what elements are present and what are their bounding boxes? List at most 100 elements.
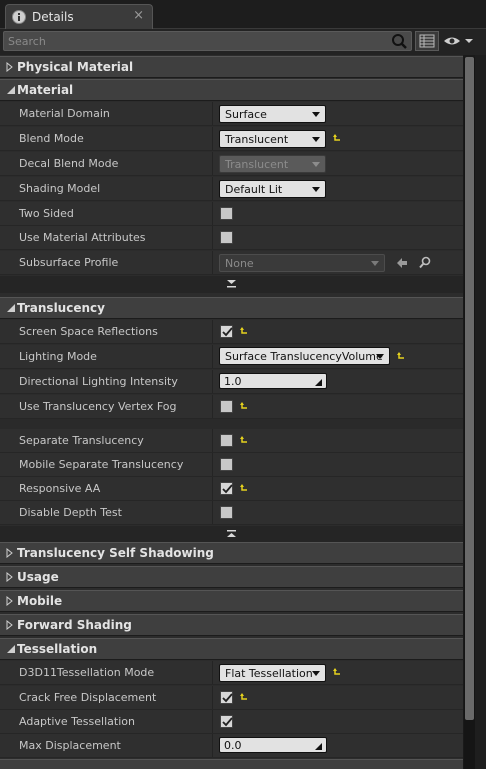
property-material-domain: Material Domain Surface <box>0 102 463 126</box>
category-translucency[interactable]: Translucency <box>0 297 463 319</box>
column-divider <box>212 501 213 524</box>
separate-translucency-checkbox[interactable] <box>220 434 233 447</box>
blend-mode-dropdown[interactable]: Translucent <box>219 130 326 148</box>
browse-search-icon[interactable] <box>419 256 432 272</box>
ssr-checkbox[interactable] <box>220 325 233 338</box>
directional-intensity-input[interactable]: 1.0 <box>219 373 327 389</box>
column-divider <box>212 370 213 393</box>
checkmark-icon <box>222 693 233 703</box>
category-label: Forward Shading <box>17 618 132 632</box>
category-material[interactable]: Material <box>0 79 463 101</box>
property-responsive-aa: Responsive AA <box>0 477 463 501</box>
category-partial-next[interactable] <box>0 759 463 769</box>
collapse-arrow-icon <box>6 303 15 313</box>
category-label: Translucency Self Shadowing <box>17 546 214 560</box>
property-use-material-attributes: Use Material Attributes <box>0 226 463 250</box>
lighting-mode-dropdown[interactable]: Surface TranslucencyVolume <box>219 347 390 365</box>
tab-title: Details <box>32 10 74 24</box>
property-label: Responsive AA <box>19 482 101 495</box>
reset-to-default-icon[interactable] <box>396 351 406 361</box>
reset-to-default-icon[interactable] <box>239 326 249 336</box>
column-divider <box>212 453 213 476</box>
eye-icon <box>443 37 475 52</box>
search-bar <box>0 29 486 55</box>
property-translucency-vertex-fog: Use Translucency Vertex Fog <box>0 395 463 419</box>
advanced-expander[interactable] <box>0 276 463 293</box>
visibility-filter-button[interactable] <box>443 33 475 49</box>
scrollbar-thumb[interactable] <box>465 57 474 720</box>
property-crack-free-displacement: Crack Free Displacement <box>0 686 463 710</box>
column-divider <box>212 734 213 757</box>
dropdown-value: Default Lit <box>225 183 283 196</box>
reset-to-default-icon[interactable] <box>239 483 249 493</box>
property-screen-space-reflections: Screen Space Reflections <box>0 320 463 344</box>
drag-grip-icon[interactable] <box>314 377 323 386</box>
category-forward-shading[interactable]: Forward Shading <box>0 614 463 636</box>
expand-arrow-icon <box>6 547 14 559</box>
search-input[interactable] <box>8 34 388 49</box>
dropdown-arrow-icon <box>312 187 320 192</box>
material-domain-dropdown[interactable]: Surface <box>219 105 326 123</box>
adaptive-tessellation-checkbox[interactable] <box>220 715 233 728</box>
number-value: 0.0 <box>224 739 242 752</box>
vertex-fog-checkbox[interactable] <box>220 400 233 413</box>
section-gap <box>0 419 463 429</box>
property-directional-lighting-intensity: Directional Lighting Intensity 1.0 <box>0 370 463 394</box>
two-sided-checkbox[interactable] <box>220 207 233 220</box>
use-selected-arrow-icon[interactable] <box>396 257 408 272</box>
expand-arrow-icon <box>6 61 14 73</box>
property-label: Disable Depth Test <box>19 506 122 519</box>
property-subsurface-profile: Subsurface Profile None <box>0 251 463 275</box>
advanced-collapser[interactable] <box>0 526 463 543</box>
crack-free-checkbox[interactable] <box>220 691 233 704</box>
column-divider <box>212 251 213 274</box>
drag-grip-icon[interactable] <box>314 741 323 750</box>
view-options-button[interactable] <box>415 31 439 51</box>
category-mobile[interactable]: Mobile <box>0 590 463 612</box>
column-divider <box>212 477 213 500</box>
category-label: Mobile <box>17 594 63 608</box>
max-displacement-input[interactable]: 0.0 <box>219 737 327 753</box>
dropdown-arrow-icon <box>312 112 320 117</box>
category-label: Translucency <box>17 301 105 315</box>
reset-to-default-icon[interactable] <box>239 692 249 702</box>
dropdown-value: Flat Tessellation <box>225 667 313 680</box>
expand-arrow-icon <box>6 571 14 583</box>
search-icon[interactable] <box>391 33 408 50</box>
column-divider <box>212 102 213 125</box>
property-adaptive-tessellation: Adaptive Tessellation <box>0 710 463 734</box>
close-icon[interactable]: × <box>133 8 144 23</box>
reset-to-default-icon[interactable] <box>239 401 249 411</box>
property-blend-mode: Blend Mode Translucent <box>0 127 463 151</box>
category-physical-material[interactable]: Physical Material <box>0 56 463 78</box>
property-label: Crack Free Displacement <box>19 691 157 704</box>
property-label: Use Material Attributes <box>19 231 146 244</box>
category-tessellation[interactable]: Tessellation <box>0 638 463 660</box>
reset-to-default-icon[interactable] <box>332 133 342 143</box>
checkmark-icon <box>222 717 233 727</box>
use-material-attributes-checkbox[interactable] <box>220 231 233 244</box>
category-usage[interactable]: Usage <box>0 566 463 588</box>
dropdown-value: Surface TranslucencyVolume <box>225 350 383 363</box>
shading-model-dropdown[interactable]: Default Lit <box>219 180 326 198</box>
property-label: Use Translucency Vertex Fog <box>19 400 177 413</box>
tessellation-mode-dropdown[interactable]: Flat Tessellation <box>219 664 326 682</box>
property-label: Separate Translucency <box>19 434 144 447</box>
category-label: Material <box>17 83 74 97</box>
dropdown-arrow-icon <box>312 137 320 142</box>
mobile-separate-translucency-checkbox[interactable] <box>220 458 233 471</box>
dropdown-value: Translucent <box>225 158 289 171</box>
property-shading-model: Shading Model Default Lit <box>0 177 463 201</box>
column-divider <box>212 395 213 418</box>
panel-edge <box>475 55 486 769</box>
tab-details[interactable]: Details × <box>5 4 153 29</box>
reset-to-default-icon[interactable] <box>239 435 249 445</box>
vertical-scrollbar[interactable] <box>464 57 475 769</box>
responsive-aa-checkbox[interactable] <box>220 482 233 495</box>
reset-to-default-icon[interactable] <box>332 667 342 677</box>
disable-depth-test-checkbox[interactable] <box>220 506 233 519</box>
category-translucency-self-shadowing[interactable]: Translucency Self Shadowing <box>0 542 463 564</box>
column-divider <box>212 202 213 225</box>
dropdown-value: None <box>225 257 254 270</box>
property-label: Max Displacement <box>19 739 121 752</box>
